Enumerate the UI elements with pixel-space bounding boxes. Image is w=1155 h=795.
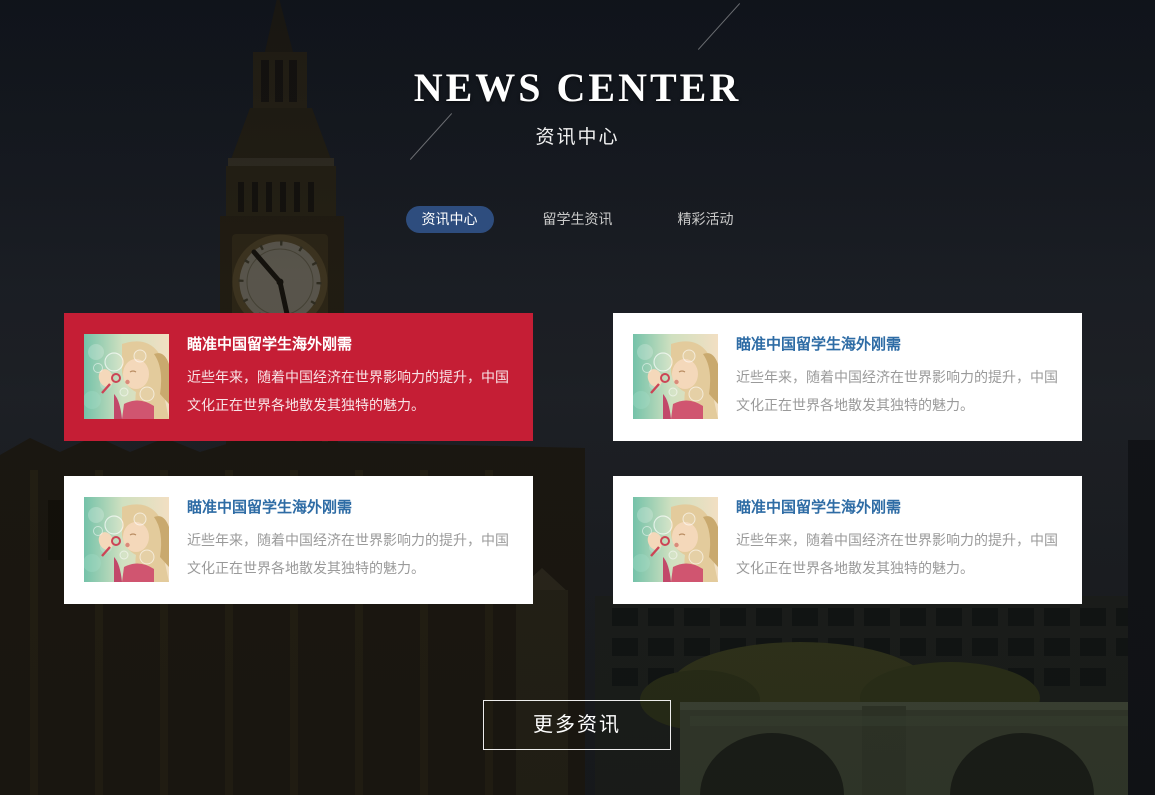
news-card-title: 瞄准中国留学生海外刚需 (187, 499, 511, 517)
girl-blowing-bubbles-thumbnail (84, 497, 169, 582)
news-card[interactable]: 瞄准中国留学生海外刚需 近些年来，随着中国经济在世界影响力的提升，中国文化正在世… (64, 476, 533, 604)
news-card-text: 瞄准中国留学生海外刚需 近些年来，随着中国经济在世界影响力的提升，中国文化正在世… (736, 334, 1060, 419)
news-card[interactable]: 瞄准中国留学生海外刚需 近些年来，随着中国经济在世界影响力的提升，中国文化正在世… (64, 313, 533, 441)
news-card-text: 瞄准中国留学生海外刚需 近些年来，随着中国经济在世界影响力的提升，中国文化正在世… (736, 497, 1060, 582)
page-subtitle: 资讯中心 (0, 122, 1155, 149)
news-card[interactable]: 瞄准中国留学生海外刚需 近些年来，随着中国经济在世界影响力的提升，中国文化正在世… (613, 476, 1082, 604)
tab-news-center[interactable]: 资讯中心 (406, 206, 494, 233)
news-tabs: 资讯中心 留学生资讯 精彩活动 (0, 206, 1155, 233)
decor-slash-right (698, 3, 740, 50)
news-card-description: 近些年来，随着中国经济在世界影响力的提升，中国文化正在世界各地散发其独特的魅力。 (187, 363, 511, 419)
news-card-description: 近些年来，随着中国经济在世界影响力的提升，中国文化正在世界各地散发其独特的魅力。 (187, 526, 511, 582)
news-card-grid: 瞄准中国留学生海外刚需 近些年来，随着中国经济在世界影响力的提升，中国文化正在世… (64, 313, 1082, 604)
news-card-title: 瞄准中国留学生海外刚需 (187, 336, 511, 354)
news-card-text: 瞄准中国留学生海外刚需 近些年来，随着中国经济在世界影响力的提升，中国文化正在世… (187, 497, 511, 582)
news-card-description: 近些年来，随着中国经济在世界影响力的提升，中国文化正在世界各地散发其独特的魅力。 (736, 526, 1060, 582)
page-title: NEWS CENTER (0, 64, 1155, 111)
news-card-text: 瞄准中国留学生海外刚需 近些年来，随着中国经济在世界影响力的提升，中国文化正在世… (187, 334, 511, 419)
news-card[interactable]: 瞄准中国留学生海外刚需 近些年来，随着中国经济在世界影响力的提升，中国文化正在世… (613, 313, 1082, 441)
girl-blowing-bubbles-thumbnail (633, 334, 718, 419)
tab-student-news[interactable]: 留学生资讯 (534, 206, 622, 233)
news-card-description: 近些年来，随着中国经济在世界影响力的提升，中国文化正在世界各地散发其独特的魅力。 (736, 363, 1060, 419)
tab-activities[interactable]: 精彩活动 (662, 206, 750, 233)
girl-blowing-bubbles-thumbnail (633, 497, 718, 582)
girl-blowing-bubbles-thumbnail (84, 334, 169, 419)
news-card-title: 瞄准中国留学生海外刚需 (736, 336, 1060, 354)
news-card-title: 瞄准中国留学生海外刚需 (736, 499, 1060, 517)
more-news-button[interactable]: 更多资讯 (483, 700, 671, 750)
